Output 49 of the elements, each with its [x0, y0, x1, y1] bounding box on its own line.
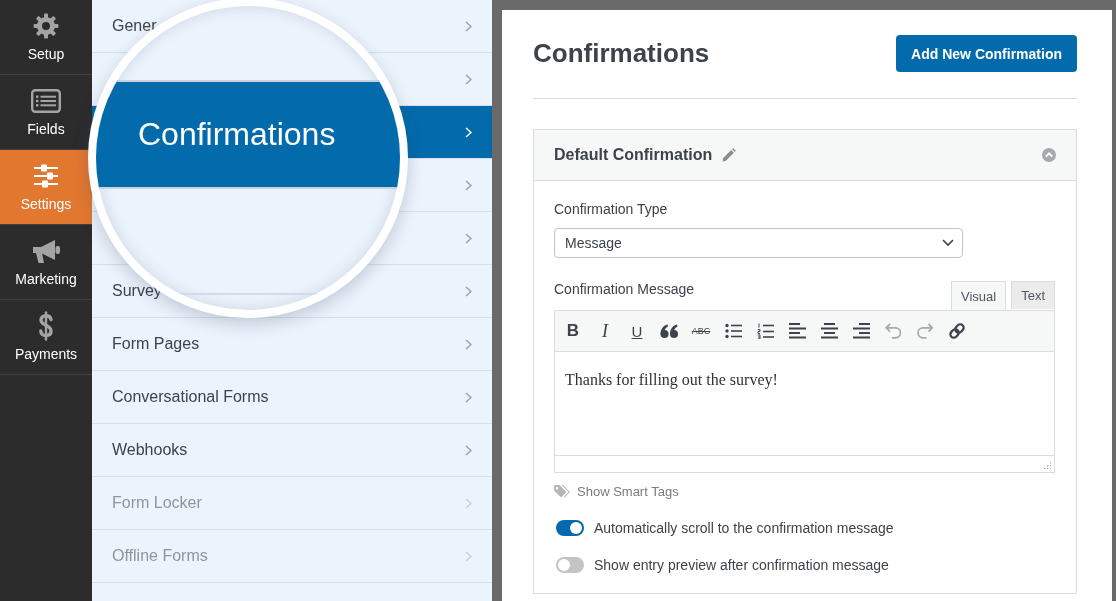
underline-button[interactable]: U: [629, 322, 645, 340]
settings-menu-item[interactable]: Form Pages: [112, 336, 200, 352]
magnified-selection-band: Confirmations: [96, 80, 400, 189]
toggle-switch[interactable]: [556, 557, 584, 573]
field-label: Confirmation Message: [554, 281, 695, 298]
chevron-right-icon[interactable]: [465, 73, 472, 85]
chevron-right-icon[interactable]: [465, 444, 472, 456]
confirmation-type-select[interactable]: Message: [554, 228, 963, 258]
align-center-icon[interactable]: [820, 323, 838, 339]
editor-tab[interactable]: Text: [1011, 281, 1055, 309]
quote-icon[interactable]: [660, 323, 678, 339]
chevron-right-icon[interactable]: [465, 391, 472, 403]
megaphone-icon: [31, 238, 61, 264]
dollar-icon: [38, 311, 54, 341]
bold-button[interactable]: B: [564, 321, 582, 341]
tag-icon: [554, 485, 570, 498]
italic-button[interactable]: I: [600, 320, 610, 342]
editor-tab[interactable]: Visual: [950, 281, 1007, 310]
chevron-right-icon[interactable]: [465, 20, 472, 32]
link-icon[interactable]: [948, 322, 966, 340]
resize-handle-icon[interactable]: [1043, 461, 1051, 469]
chevron-right-icon[interactable]: [465, 232, 472, 244]
chevron-down-icon: [942, 239, 954, 247]
toggle-switch[interactable]: [556, 520, 584, 536]
settings-menu-item[interactable]: Survey: [112, 283, 162, 299]
add-confirmation-button[interactable]: Add New Confirmation: [896, 35, 1077, 72]
settings-menu-item[interactable]: Gener: [112, 18, 157, 34]
align-left-icon[interactable]: [788, 323, 806, 339]
gear-icon: [33, 13, 59, 39]
strikethrough-button[interactable]: ABC: [689, 326, 713, 336]
pencil-icon[interactable]: [722, 148, 737, 162]
numbered-list-icon[interactable]: [756, 322, 774, 340]
chevron-right-icon[interactable]: [465, 338, 472, 350]
page-title: Confirmations: [533, 37, 710, 70]
field-label: Confirmation Type: [554, 201, 669, 218]
align-right-icon[interactable]: [852, 323, 870, 339]
toggle-label: Show entry preview after confirmation message: [594, 557, 889, 573]
collapse-icon[interactable]: [1042, 148, 1056, 162]
bulleted-list-icon[interactable]: [724, 323, 742, 339]
card-title: Default Confirmation: [554, 146, 713, 164]
show-smart-tags-link[interactable]: Show Smart Tags: [554, 484, 679, 499]
sliders-icon: [33, 164, 59, 188]
settings-menu-item[interactable]: Conversational Forms: [112, 389, 269, 405]
toggle-label: Automatically scroll to the confirmation message: [594, 520, 894, 536]
chevron-right-icon[interactable]: [465, 285, 472, 297]
message-editor[interactable]: Thanks for filling out the survey!: [555, 352, 1054, 455]
list-icon: [31, 89, 61, 113]
chevron-right-icon[interactable]: [465, 179, 472, 191]
settings-menu-item[interactable]: Webhooks: [112, 442, 188, 458]
